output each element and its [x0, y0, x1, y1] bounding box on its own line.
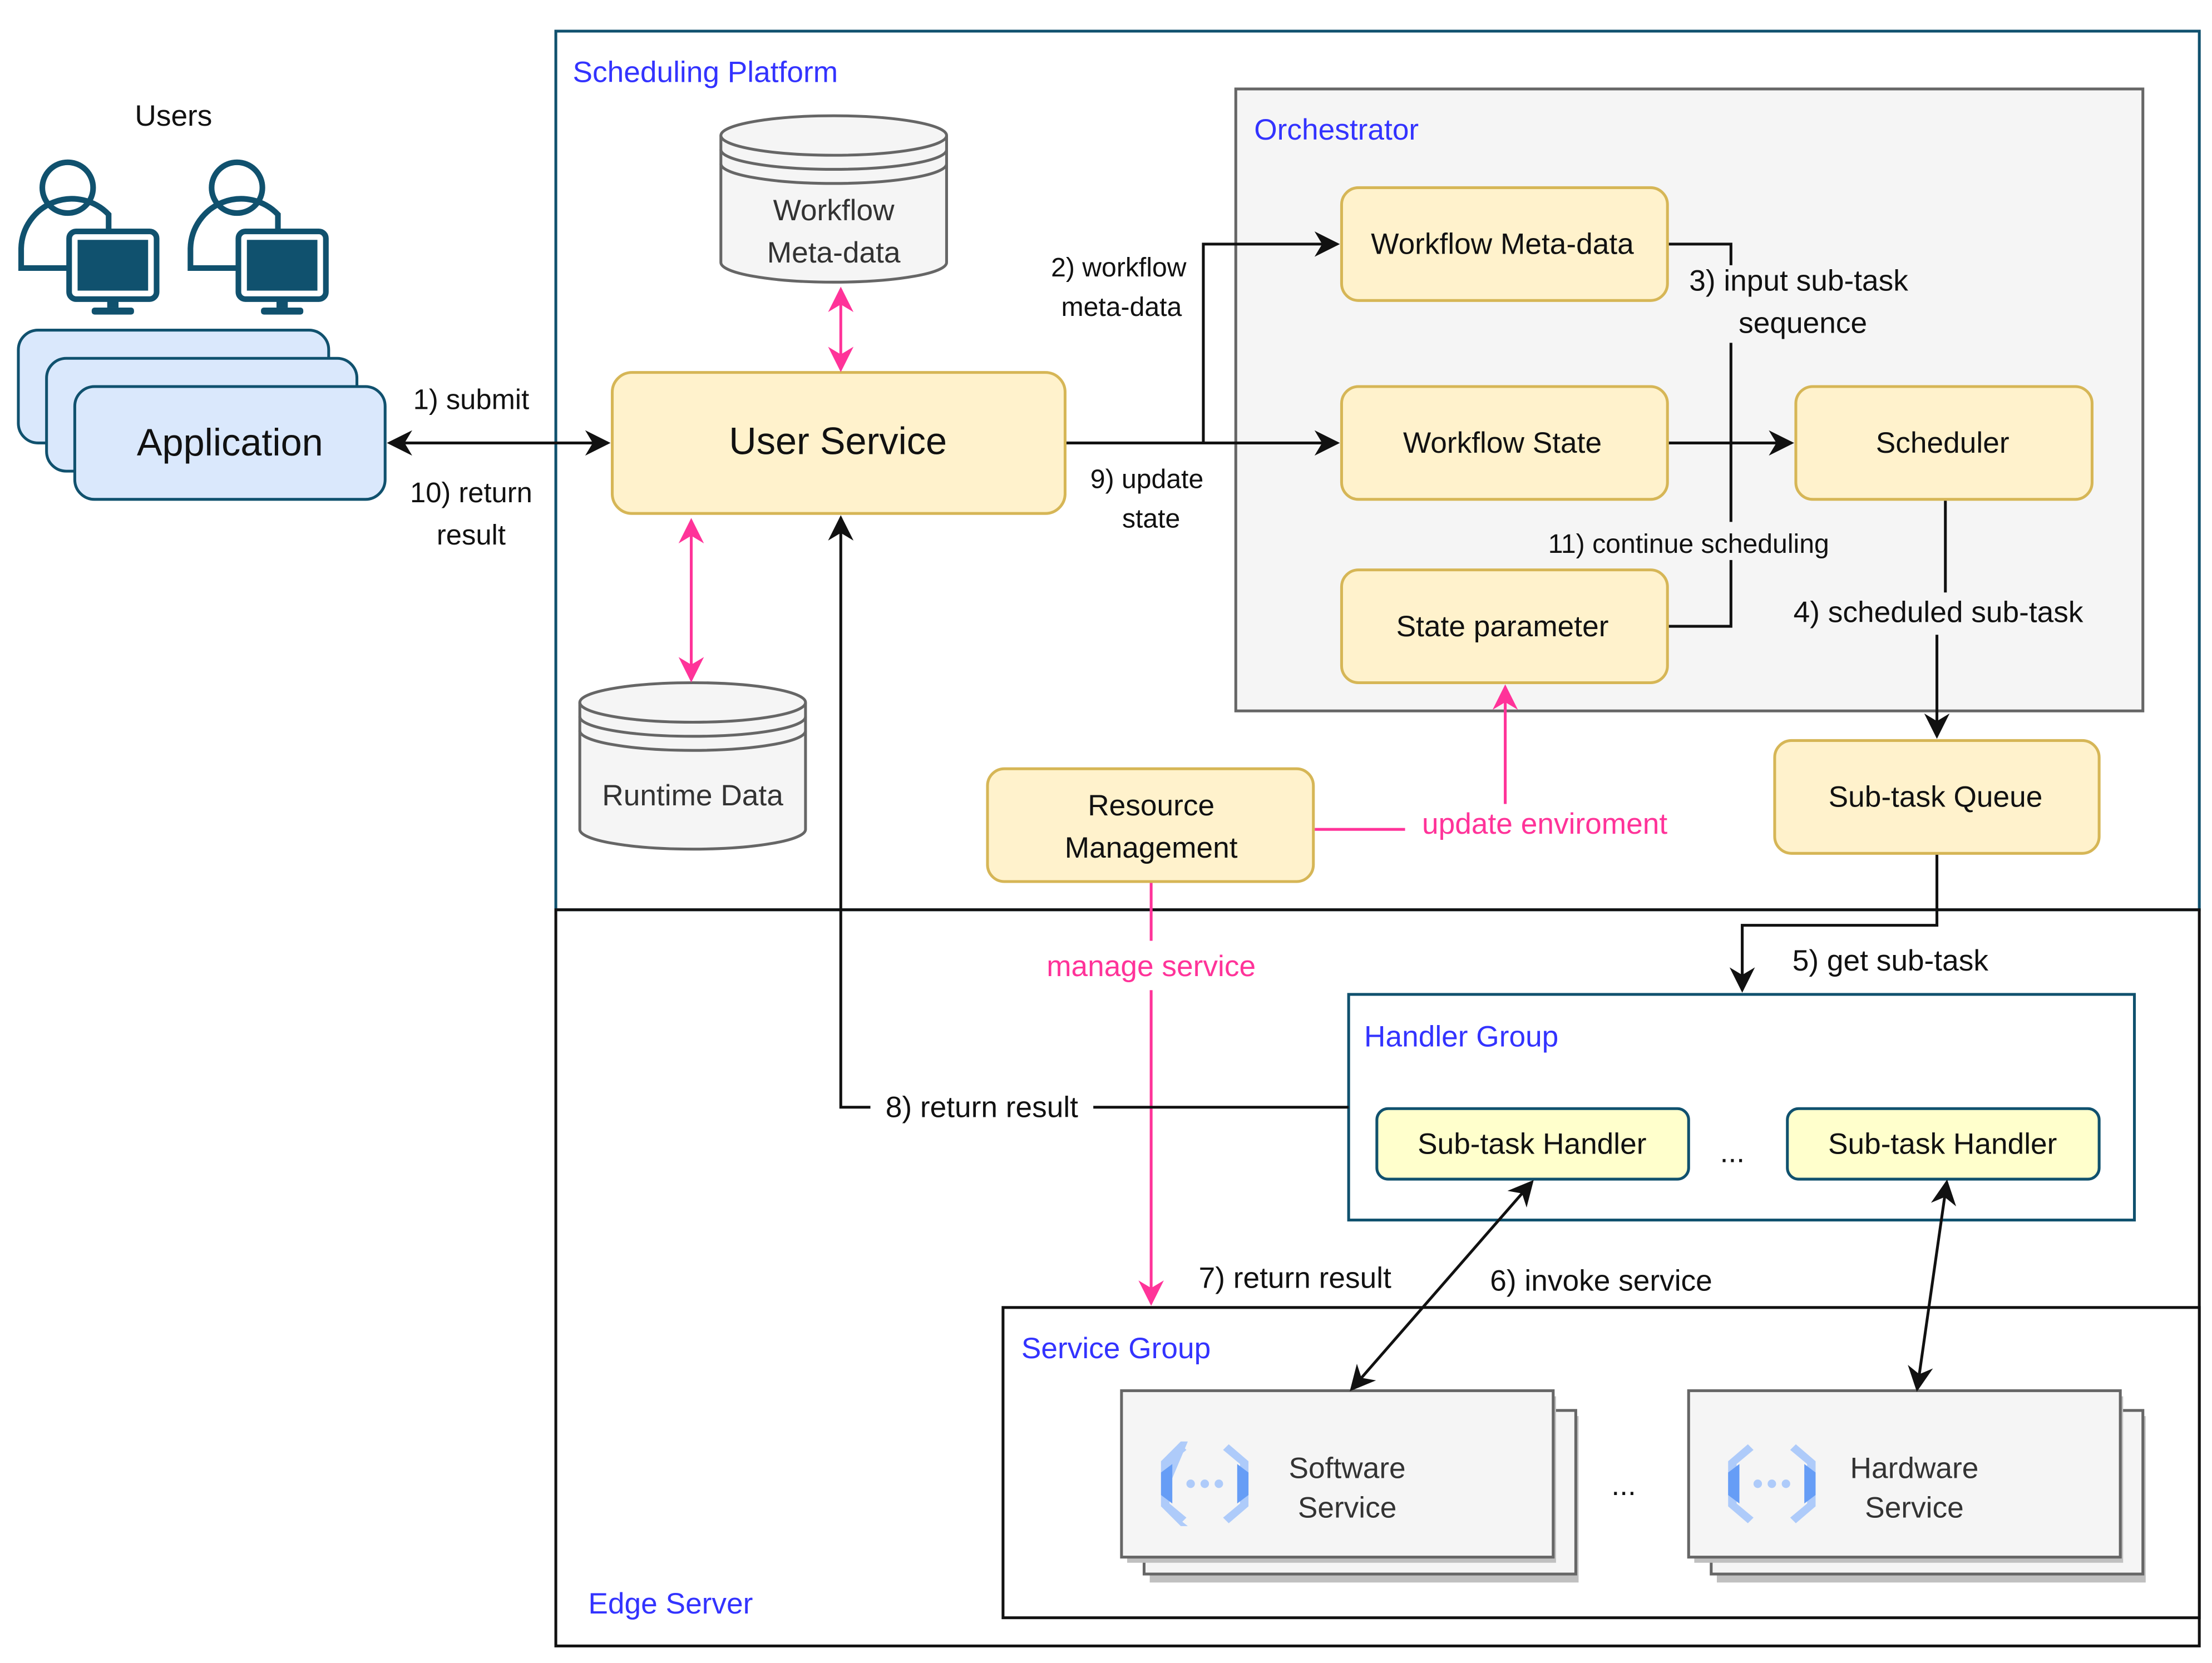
handler-group-label: Handler Group [1364, 1021, 1558, 1053]
hardware-service-label-line2: Service [1865, 1492, 1964, 1525]
resource-management-label-line1: Resource [1088, 789, 1214, 822]
workflow-state-label: Workflow State [1403, 427, 1602, 459]
subtask-handler-label: Sub-task Handler [1418, 1127, 1646, 1160]
software-service-node[interactable]: Software Service [1120, 1389, 1579, 1583]
state-parameter-label: State parameter [1396, 610, 1609, 643]
input-subtask-sequence-label-line1: 3) input sub-task [1689, 265, 1908, 298]
workflow-metadata-edge-label-line1: 2) workflow [1051, 253, 1187, 283]
workflow-state-node[interactable]: Workflow State [1340, 385, 1669, 501]
software-service-label-line1: Software [1289, 1452, 1406, 1485]
subtask-queue-node[interactable]: Sub-task Queue [1773, 739, 2101, 855]
workflow-metadata-label: Workflow Meta-data [1371, 228, 1634, 261]
update-state-edge-label-line2: state [1122, 504, 1180, 534]
user-service-node[interactable]: User Service [610, 371, 1066, 515]
service-ellipsis: ... [1611, 1469, 1636, 1502]
user-computer-icon [18, 159, 160, 315]
service-group-label: Service Group [1021, 1332, 1211, 1365]
return-result-10-label-line1: 10) return [410, 477, 532, 508]
return-result-8-label: 8) return result [886, 1091, 1078, 1123]
update-state-edge-label-line1: 9) update [1090, 464, 1204, 494]
workflow-metadata-node[interactable]: Workflow Meta-data [1340, 186, 1669, 302]
update-environment-label: update enviroment [1422, 808, 1667, 840]
handler-ellipsis: ... [1720, 1136, 1745, 1169]
workflow-metadata-edge-label-line2: meta-data [1061, 292, 1182, 322]
scheduler-node[interactable]: Scheduler [1794, 385, 2094, 501]
continue-scheduling-label: 11) continue scheduling [1548, 529, 1829, 559]
workflow-metadata-db-label-line2: Meta-data [767, 236, 901, 269]
resource-management-label-line2: Management [1065, 832, 1238, 864]
input-subtask-sequence-label-line2: sequence [1739, 307, 1867, 340]
software-service-label-line2: Service [1298, 1492, 1397, 1525]
scheduler-label: Scheduler [1876, 427, 2009, 459]
return-result-10-label-line2: result [437, 519, 506, 551]
manage-service-label: manage service [1046, 950, 1256, 983]
invoke-service-label: 6) invoke service [1490, 1264, 1712, 1297]
get-subtask-label: 5) get sub-task [1793, 944, 1989, 977]
subtask-handler-node[interactable]: Sub-task Handler [1375, 1107, 1690, 1181]
users-label: Users [135, 100, 212, 132]
application-label: Application [137, 421, 323, 464]
architecture-diagram: Scheduling Platform Edge Server Orchestr… [17, 29, 2201, 1647]
hardware-service-node[interactable]: Hardware Service [1687, 1389, 2146, 1583]
submit-edge-label: 1) submit [413, 384, 530, 415]
user-service-label: User Service [729, 420, 947, 463]
subtask-handler-node[interactable]: Sub-task Handler [1786, 1107, 2101, 1181]
orchestrator-label: Orchestrator [1254, 113, 1419, 146]
scheduled-subtask-label: 4) scheduled sub-task [1794, 596, 2083, 628]
edge-server-label: Edge Server [588, 1587, 753, 1620]
subtask-queue-label: Sub-task Queue [1829, 781, 2043, 814]
state-parameter-node[interactable]: State parameter [1340, 568, 1669, 685]
runtime-data-db-label: Runtime Data [602, 779, 783, 812]
hardware-service-label-line1: Hardware [1850, 1452, 1979, 1485]
scheduling-platform-label: Scheduling Platform [572, 56, 838, 88]
subtask-handler-label: Sub-task Handler [1828, 1127, 2057, 1160]
workflow-metadata-db-label-line1: Workflow [773, 194, 895, 227]
return-result-7-label: 7) return result [1199, 1261, 1391, 1294]
application-node[interactable]: Application [17, 329, 387, 501]
workflow-metadata-db[interactable]: Workflow Meta-data [719, 114, 948, 284]
resource-management-node[interactable]: Resource Management [986, 767, 1315, 883]
user-computer-icon [187, 159, 329, 315]
runtime-data-db[interactable]: Runtime Data [578, 681, 807, 851]
